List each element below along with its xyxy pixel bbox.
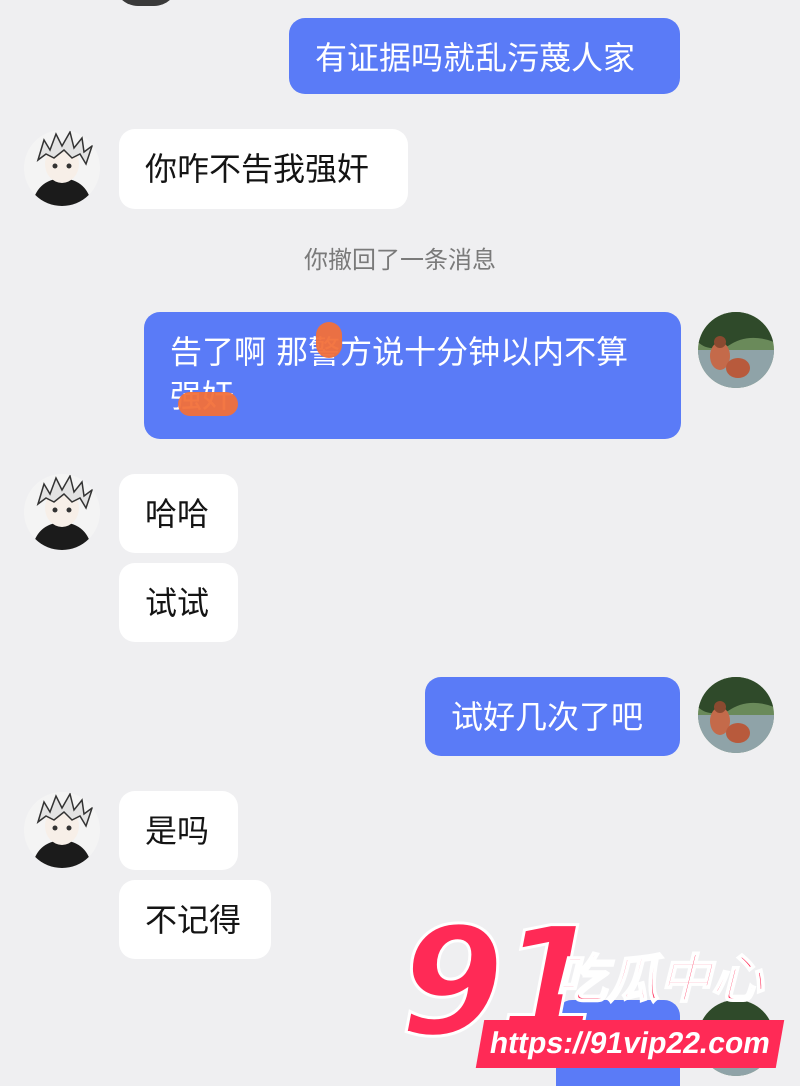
recall-notice: 你撤回了一条消息 xyxy=(304,246,496,274)
photo-avatar-icon xyxy=(698,312,774,388)
message-text: 有证据吗就乱污蔑人家 xyxy=(315,39,636,77)
watermark-url: https://91vip22.com xyxy=(475,1020,785,1068)
contact-avatar[interactable] xyxy=(24,130,100,206)
anime-character-icon xyxy=(24,792,100,868)
contact-avatar[interactable] xyxy=(24,792,100,868)
redaction-scribble xyxy=(316,322,342,358)
message-text: 哈哈 xyxy=(145,495,210,533)
message-text: 试试 xyxy=(145,584,210,622)
contact-avatar[interactable] xyxy=(24,474,100,550)
message-bubble-received[interactable]: 你咋不告我强奸 xyxy=(119,129,408,209)
partial-avatar-top xyxy=(114,0,178,6)
message-bubble-sent[interactable]: 试好几次了吧 xyxy=(425,677,680,756)
message-text: 告了啊 那警方说十分钟以内不算强奸 xyxy=(170,333,629,415)
message-bubble-received[interactable]: 不记得 xyxy=(119,880,271,959)
redaction-scribble xyxy=(178,392,238,416)
watermark-brand: 吃瓜中心 xyxy=(554,949,764,1011)
message-text: 不记得 xyxy=(145,901,242,939)
message-text: 试好几次了吧 xyxy=(451,698,644,736)
message-bubble-sent[interactable]: 有证据吗就乱污蔑人家 xyxy=(289,18,680,94)
anime-character-icon xyxy=(24,130,100,206)
message-text: 你咋不告我强奸 xyxy=(145,150,370,188)
message-bubble-sent[interactable]: 告了啊 那警方说十分钟以内不算强奸 xyxy=(144,312,681,439)
message-bubble-received[interactable]: 试试 xyxy=(119,563,238,642)
photo-avatar-icon xyxy=(698,677,774,753)
my-avatar[interactable] xyxy=(698,677,774,753)
my-avatar[interactable] xyxy=(698,312,774,388)
message-bubble-received[interactable]: 哈哈 xyxy=(119,474,238,553)
anime-character-icon xyxy=(24,474,100,550)
message-text: 是吗 xyxy=(145,812,210,850)
message-bubble-received[interactable]: 是吗 xyxy=(119,791,238,870)
